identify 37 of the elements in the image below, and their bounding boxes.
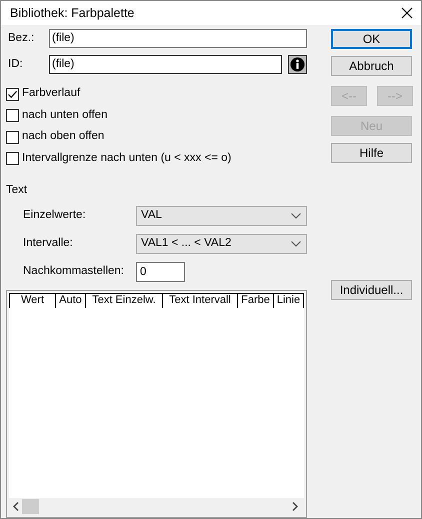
field-label: ID: bbox=[7, 56, 24, 72]
info-button[interactable] bbox=[288, 55, 307, 74]
section-label: Text bbox=[6, 183, 28, 198]
checkbox[interactable] bbox=[6, 109, 19, 122]
checkbox[interactable] bbox=[6, 88, 19, 100]
checkbox-label: Farbverlauf bbox=[22, 86, 80, 102]
dialog-button[interactable]: Abbruch bbox=[331, 56, 412, 76]
dialog-button[interactable]: Hilfe bbox=[331, 143, 412, 163]
column-header[interactable]: Farbe bbox=[237, 294, 273, 308]
checkbox[interactable] bbox=[6, 130, 19, 144]
field-label: Einzelwerte: bbox=[23, 208, 87, 224]
individual-button[interactable]: Individuell... bbox=[331, 280, 412, 300]
column-header[interactable]: Auto bbox=[55, 294, 85, 308]
text-field[interactable]: (file) bbox=[49, 55, 282, 74]
column-header[interactable]: Text Intervall bbox=[162, 294, 237, 308]
chevron-icon bbox=[291, 213, 301, 219]
field-label: Intervalle: bbox=[23, 236, 74, 252]
dropdown[interactable]: VAL1 < ... < VAL2 bbox=[136, 234, 307, 254]
text-field[interactable]: (file) bbox=[49, 29, 307, 48]
field-label: Bez.: bbox=[7, 30, 36, 46]
field-label: Nachkommastellen: bbox=[23, 264, 125, 280]
window-title: Bibliothek: Farbpalette bbox=[10, 4, 134, 22]
column-header[interactable]: Wert bbox=[9, 294, 55, 308]
checkbox-label: nach oben offen bbox=[22, 129, 104, 144]
checkbox-label: Intervallgrenze nach unten (u < xxx <= o) bbox=[22, 150, 232, 166]
checkbox[interactable] bbox=[6, 152, 19, 165]
number-field[interactable]: 0 bbox=[136, 262, 185, 282]
column-header[interactable]: Linie bbox=[273, 294, 304, 308]
scroll-right-icon[interactable] bbox=[292, 502, 298, 511]
scroll-left-icon[interactable] bbox=[13, 502, 19, 511]
chevron-icon bbox=[291, 241, 301, 247]
checkbox-label: nach unten offen bbox=[22, 108, 108, 123]
scroll-thumb[interactable] bbox=[22, 499, 39, 514]
close-icon[interactable] bbox=[401, 7, 413, 19]
dialog-button[interactable]: OK bbox=[331, 29, 412, 49]
dropdown[interactable]: VAL bbox=[136, 206, 307, 226]
column-header[interactable]: Text Einzelw. bbox=[85, 294, 162, 308]
